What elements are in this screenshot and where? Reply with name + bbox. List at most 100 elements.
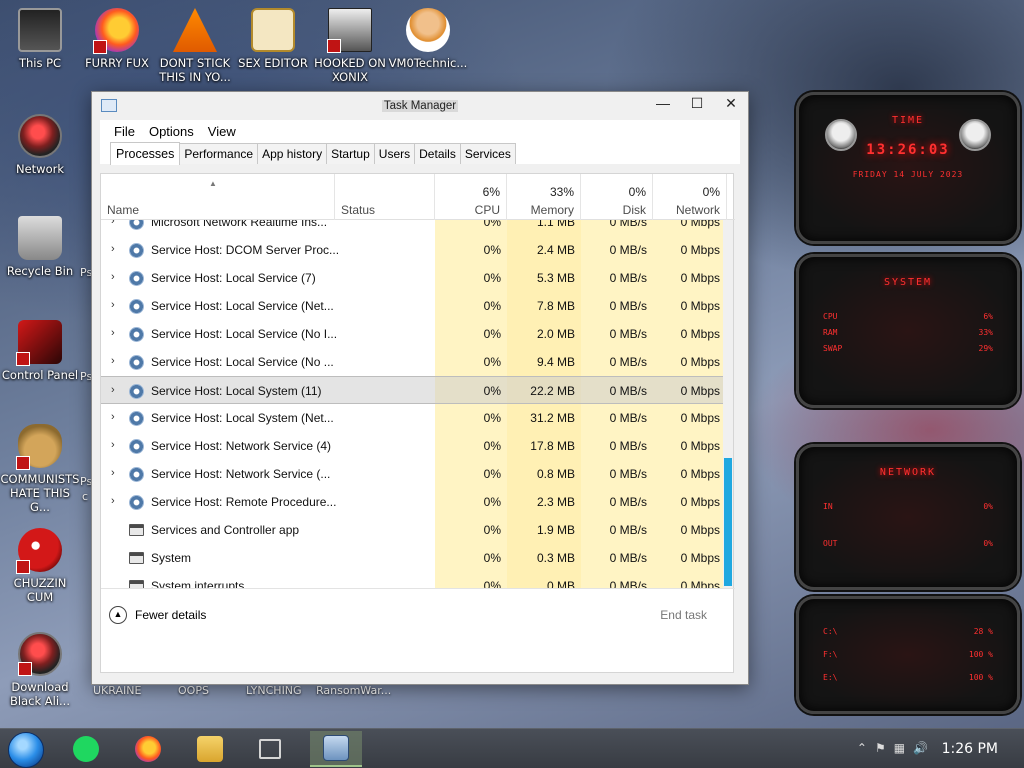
doctor-avatar-icon [406, 8, 450, 52]
tab-app-history[interactable]: App history [257, 143, 328, 164]
column-header-network[interactable]: 0% Network [653, 174, 727, 220]
chevron-right-icon[interactable]: › [111, 495, 115, 507]
process-row[interactable]: › Service Host: Local Service (No I... 0% 2… [101, 320, 727, 348]
process-cpu: 0% [483, 384, 501, 398]
column-header-cpu[interactable]: 6% CPU [435, 174, 507, 220]
process-memory: 2.4 MB [536, 243, 575, 257]
app-window-icon [129, 524, 144, 536]
process-network: 0 Mbps [680, 495, 720, 509]
process-row[interactable]: › Service Host: Local Service (Net... 0% 7.… [101, 292, 727, 320]
desktop-icon-recycle-bin[interactable]: Recycle Bin [0, 216, 80, 278]
tab-details[interactable]: Details [414, 143, 461, 164]
volume-icon[interactable]: 🔊 [913, 741, 928, 755]
desktop-icon-this-pc[interactable]: This PC [0, 8, 80, 70]
chevron-right-icon[interactable]: › [111, 299, 115, 311]
menu-options[interactable]: Options [149, 124, 194, 139]
taskbar-clock[interactable]: 1:26 PM [942, 741, 998, 757]
process-name: Services and Controller app [151, 523, 300, 537]
taskbar-task-manager[interactable] [310, 731, 362, 767]
end-task-button[interactable]: End task [660, 608, 707, 622]
desktop-icon-hooked-on-xonix[interactable]: HOOKED ON XONIX [310, 8, 390, 84]
tab-startup[interactable]: Startup [326, 143, 375, 164]
close-button[interactable]: ✕ [714, 92, 748, 116]
process-row[interactable]: › Service Host: Local Service (No ... 0% 9.… [101, 348, 727, 376]
desktop-icon-communists[interactable]: COMMUNISTS HATE THIS G... [0, 424, 80, 514]
desktop-icon-label: COMMUNISTS HATE THIS G... [0, 472, 80, 514]
folder-icon [197, 736, 223, 762]
chevron-right-icon[interactable]: › [111, 271, 115, 283]
process-row[interactable]: › Service Host: Local System (Net... 0% 31.… [101, 404, 727, 432]
flag-icon[interactable]: ⚑ [875, 741, 886, 755]
shortcut-badge-icon [18, 662, 32, 676]
process-row[interactable]: › Service Host: DCOM Server Proc... 0% 2.4 … [101, 236, 727, 264]
column-header-memory[interactable]: 33% Memory [507, 174, 581, 220]
menu-file[interactable]: File [114, 124, 135, 139]
desktop-icon-download-black[interactable]: Download Black Ali... [0, 632, 80, 708]
maximize-button[interactable]: ☐ [680, 92, 714, 116]
process-name: Service Host: Local Service (No I... [151, 327, 338, 341]
minimize-button[interactable]: — [646, 92, 680, 116]
process-cpu: 0% [483, 411, 501, 425]
processes-panel: ▲ Name Status 6% CPU 33% Memory 0% Disk … [100, 173, 735, 673]
tab-processes[interactable]: Processes [110, 142, 181, 165]
drive-row-f: F:\ 100 % [823, 650, 993, 659]
fewer-details-button[interactable]: ▲ Fewer details [109, 606, 206, 624]
start-button[interactable] [8, 732, 44, 768]
tab-users[interactable]: Users [373, 143, 416, 164]
process-row[interactable]: › Microsoft Network Realtime Ins... 0% 1.1 … [101, 220, 727, 236]
chevron-right-icon[interactable]: › [111, 327, 115, 339]
taskbar-firefox[interactable] [122, 731, 174, 767]
scrollbar-thumb[interactable] [724, 458, 732, 586]
tab-services[interactable]: Services [459, 143, 516, 164]
process-row[interactable]: › Service Host: Network Service (... 0% 0.8… [101, 460, 727, 488]
network-icon[interactable]: ▦ [894, 741, 905, 755]
process-disk: 0 MB/s [609, 495, 647, 509]
chevron-right-icon[interactable]: › [111, 467, 115, 479]
column-header-status[interactable]: Status [335, 174, 435, 220]
chevron-right-icon[interactable]: › [111, 220, 115, 227]
chevron-right-icon[interactable]: › [111, 355, 115, 367]
shortcut-badge-icon [16, 352, 30, 366]
vlc-cone-icon [173, 8, 217, 52]
taskbar-task-view[interactable] [244, 731, 296, 767]
process-row[interactable]: › Service Host: Remote Procedure... 0% 2.3 … [101, 488, 727, 516]
process-row[interactable]: Services and Controller app 0% 1.9 MB 0 MB/… [101, 516, 727, 544]
desktop-icon-chuzzin[interactable]: CHUZZIN CUM [0, 528, 80, 604]
gear-icon [129, 299, 144, 314]
desktop-icon-sex-editor[interactable]: SEX EDITOR [233, 8, 313, 70]
title-bar[interactable]: Task Manager — ☐ ✕ [92, 92, 748, 120]
desktop-icon-network[interactable]: Network [0, 114, 80, 176]
process-network: 0 Mbps [680, 467, 720, 481]
process-memory: 22.2 MB [530, 384, 575, 398]
desktop-icon-control-panel[interactable]: Control Panel [0, 320, 80, 382]
tab-strip: Processes Performance App history Startu… [100, 142, 740, 165]
process-row[interactable]: › Service Host: Local System (11) 0% 22.2 M… [101, 376, 727, 404]
process-row[interactable]: System interrupts 0% 0 MB 0 MB/s 0 Mbps [101, 572, 727, 588]
process-row[interactable]: System 0% 0.3 MB 0 MB/s 0 Mbps [101, 544, 727, 572]
chevron-right-icon[interactable]: › [111, 243, 115, 255]
column-header-name[interactable]: ▲ Name [101, 174, 335, 220]
alien-head-icon [825, 119, 857, 151]
process-disk: 0 MB/s [609, 271, 647, 285]
network-globe-icon [18, 114, 62, 158]
chevron-right-icon[interactable]: › [111, 439, 115, 451]
process-row[interactable]: › Service Host: Local Service (7) 0% 5.3 MB… [101, 264, 727, 292]
desktop-icon-dont-stick[interactable]: DONT STICK THIS IN YO... [155, 8, 235, 84]
tab-performance[interactable]: Performance [179, 143, 259, 164]
process-row[interactable]: › Service Host: Network Service (4) 0% 17.8… [101, 432, 727, 460]
chevron-right-icon[interactable]: › [111, 411, 115, 423]
desktop-icon-vm0technic[interactable]: VM0Technic... [388, 8, 468, 70]
chevron-right-icon[interactable]: › [111, 384, 115, 396]
taskbar-file-explorer[interactable] [184, 731, 236, 767]
gear-icon [129, 355, 144, 370]
taskbar-spotify[interactable] [60, 731, 112, 767]
vertical-scrollbar[interactable] [723, 220, 733, 588]
desktop-icon-label: CHUZZIN CUM [13, 576, 67, 604]
alienware-icon [18, 632, 62, 676]
menu-view[interactable]: View [208, 124, 236, 139]
desktop-icon-furry-fux[interactable]: FURRY FUX [77, 8, 157, 70]
process-disk: 0 MB/s [609, 579, 647, 588]
column-header-disk[interactable]: 0% Disk [581, 174, 653, 220]
process-name: Microsoft Network Realtime Ins... [151, 220, 328, 229]
chevron-up-icon[interactable]: ⌃ [857, 741, 867, 755]
